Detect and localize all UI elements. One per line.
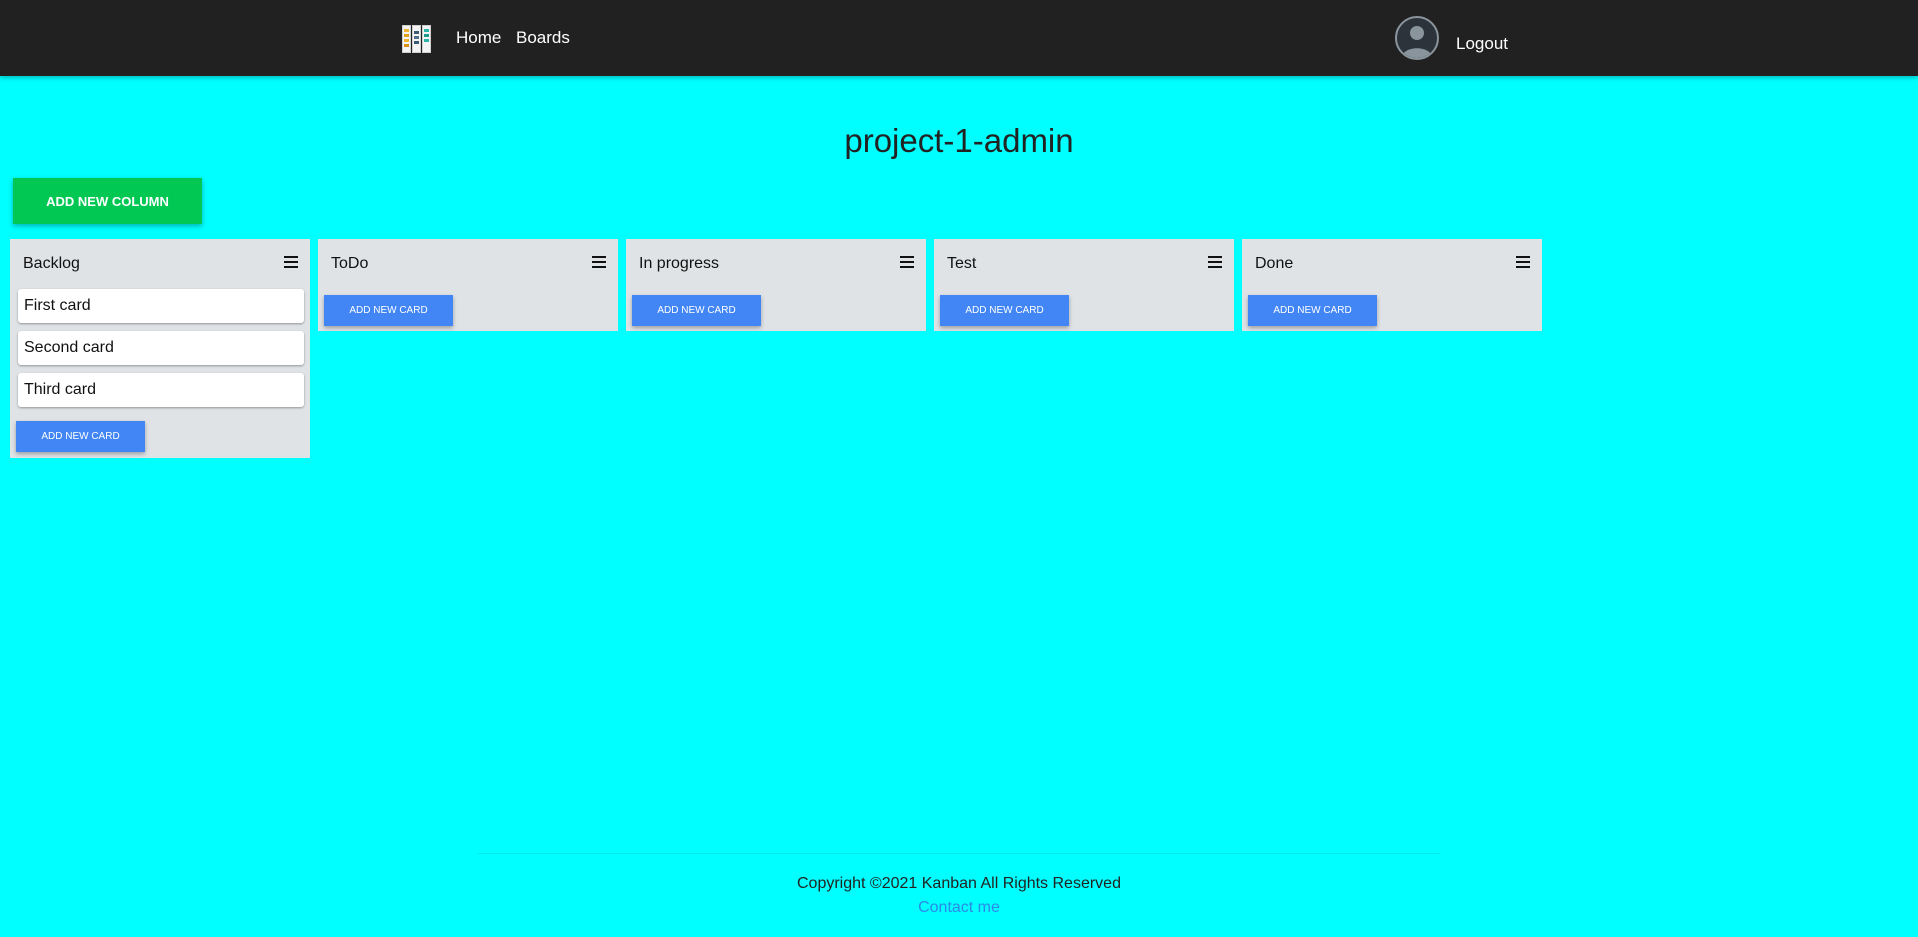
- hamburger-menu-icon[interactable]: [592, 256, 606, 268]
- contact-me-link[interactable]: Contact me: [918, 899, 1000, 916]
- column-title: Backlog: [23, 255, 80, 272]
- add-new-card-button[interactable]: ADD NEW CARD: [1248, 295, 1377, 326]
- footer-contact: Contact me: [0, 899, 1918, 917]
- add-new-card-button[interactable]: ADD NEW CARD: [632, 295, 761, 326]
- user-avatar-icon[interactable]: [1395, 16, 1439, 60]
- add-new-card-button[interactable]: ADD NEW CARD: [324, 295, 453, 326]
- card-item[interactable]: Second card: [18, 331, 304, 365]
- column-title: In progress: [639, 255, 720, 272]
- nav-home-link[interactable]: Home: [456, 28, 501, 48]
- kanban-board-icon[interactable]: [402, 25, 432, 53]
- card-item[interactable]: Third card: [18, 373, 304, 407]
- column-backlog: Backlog First card Second card Third car…: [10, 239, 310, 458]
- top-navbar: Home Boards Logout: [0, 0, 1918, 76]
- column-title: Done: [1255, 255, 1294, 272]
- footer-copyright: Copyright ©2021 Kanban All Rights Reserv…: [797, 875, 1121, 892]
- nav-boards-link[interactable]: Boards: [516, 28, 570, 48]
- column-in-progress: In progress ADD NEW CARD: [626, 239, 926, 331]
- logout-link[interactable]: Logout: [1456, 34, 1508, 54]
- hamburger-menu-icon[interactable]: [284, 256, 298, 268]
- hamburger-menu-icon[interactable]: [900, 256, 914, 268]
- column-test: Test ADD NEW CARD: [934, 239, 1234, 331]
- card-item[interactable]: First card: [18, 289, 304, 323]
- column-title: Test: [947, 255, 977, 272]
- column-todo: ToDo ADD NEW CARD: [318, 239, 618, 331]
- add-new-column-button[interactable]: ADD NEW COLUMN: [13, 178, 202, 224]
- hamburger-menu-icon[interactable]: [1516, 256, 1530, 268]
- hamburger-menu-icon[interactable]: [1208, 256, 1222, 268]
- board-title: project-1-admin: [844, 122, 1074, 159]
- add-new-card-button[interactable]: ADD NEW CARD: [16, 421, 145, 452]
- card-list: First card Second card Third card: [18, 289, 304, 415]
- footer-divider: [477, 853, 1441, 854]
- column-title: ToDo: [331, 255, 369, 272]
- column-done: Done ADD NEW CARD: [1242, 239, 1542, 331]
- add-new-card-button[interactable]: ADD NEW CARD: [940, 295, 1069, 326]
